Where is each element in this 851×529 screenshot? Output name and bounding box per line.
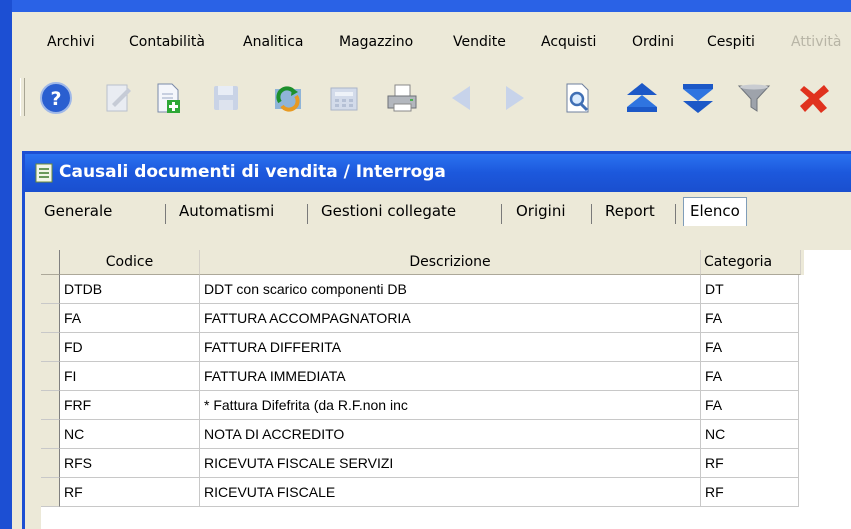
tab-origini[interactable]: Origini (516, 202, 566, 220)
row-selector[interactable] (41, 304, 60, 333)
cell-codice[interactable]: FRF (60, 391, 200, 420)
toolbar: ? (12, 74, 851, 120)
cell-codice[interactable]: RF (60, 478, 200, 507)
delete-icon[interactable] (796, 80, 832, 116)
tab-generale[interactable]: Generale (44, 202, 112, 220)
move-down-icon[interactable] (680, 80, 716, 116)
grid-header: Codice Descrizione Categoria (41, 250, 804, 275)
records-grid: Codice Descrizione Categoria DTDB DDT co… (41, 250, 851, 529)
row-selector[interactable] (41, 449, 60, 478)
tab-separator (165, 204, 166, 224)
previous-icon[interactable] (444, 80, 480, 116)
menu-archivi[interactable]: Archivi (47, 34, 95, 50)
header-corner (41, 250, 60, 275)
tab-report[interactable]: Report (605, 202, 655, 220)
window-title: Causali documenti di vendita / Interroga (59, 162, 446, 182)
frame-left-edge (0, 0, 12, 529)
row-selector[interactable] (41, 275, 60, 304)
cell-descrizione[interactable]: FATTURA ACCOMPAGNATORIA (200, 304, 701, 333)
cell-categoria[interactable]: NC (701, 420, 799, 449)
menu-vendite[interactable]: Vendite (453, 34, 506, 50)
menu-cespiti[interactable]: Cespiti (707, 34, 755, 50)
table-row[interactable]: FRF * Fattura Difefrita (da R.F.non inc … (41, 391, 804, 421)
tab-strip: Generale Automatismi Gestioni collegate … (25, 192, 851, 232)
table-row[interactable]: DTDB DDT con scarico componenti DB DT (41, 275, 804, 305)
edit-document-icon[interactable] (100, 80, 136, 116)
cell-codice[interactable]: RFS (60, 449, 200, 478)
menu-ordini[interactable]: Ordini (632, 34, 674, 50)
menu-acquisti[interactable]: Acquisti (541, 34, 596, 50)
cell-categoria[interactable]: RF (701, 478, 799, 507)
row-selector[interactable] (41, 478, 60, 507)
cell-descrizione[interactable]: FATTURA IMMEDIATA (200, 362, 701, 391)
column-header-codice[interactable]: Codice (60, 250, 200, 275)
desktop-top-edge (0, 0, 851, 12)
cell-categoria[interactable]: FA (701, 304, 799, 333)
row-selector[interactable] (41, 362, 60, 391)
tab-automatismi[interactable]: Automatismi (179, 202, 274, 220)
menu-bar: Archivi Contabilità Analitica Magazzino … (12, 12, 851, 54)
calculator-icon[interactable] (326, 80, 362, 116)
row-selector[interactable] (41, 420, 60, 449)
cell-categoria[interactable]: FA (701, 391, 799, 420)
cell-descrizione[interactable]: RICEVUTA FISCALE (200, 478, 701, 507)
tab-separator (675, 204, 676, 224)
menu-magazzino[interactable]: Magazzino (339, 34, 413, 50)
table-row[interactable]: RFS RICEVUTA FISCALE SERVIZI RF (41, 449, 804, 479)
table-row[interactable]: FI FATTURA IMMEDIATA FA (41, 362, 804, 392)
table-row[interactable]: RF RICEVUTA FISCALE RF (41, 478, 804, 508)
cell-codice[interactable]: FA (60, 304, 200, 333)
cell-descrizione[interactable]: NOTA DI ACCREDITO (200, 420, 701, 449)
next-icon[interactable] (496, 80, 532, 116)
menu-analitica[interactable]: Analitica (243, 34, 303, 50)
column-header-descrizione[interactable]: Descrizione (200, 250, 701, 275)
grid-empty-area (804, 250, 851, 529)
window-titlebar[interactable]: Causali documenti di vendita / Interroga (25, 154, 851, 192)
menu-contabilita[interactable]: Contabilità (129, 34, 205, 50)
cell-descrizione[interactable]: DDT con scarico componenti DB (200, 275, 701, 304)
new-document-icon[interactable] (150, 80, 186, 116)
help-icon[interactable]: ? (38, 80, 74, 116)
tab-separator (591, 204, 592, 224)
cell-descrizione[interactable]: FATTURA DIFFERITA (200, 333, 701, 362)
move-up-icon[interactable] (624, 80, 660, 116)
cell-categoria[interactable]: FA (701, 362, 799, 391)
cell-descrizione[interactable]: RICEVUTA FISCALE SERVIZI (200, 449, 701, 478)
row-selector[interactable] (41, 333, 60, 362)
cell-codice[interactable]: FI (60, 362, 200, 391)
print-icon[interactable] (384, 80, 420, 116)
table-row[interactable]: NC NOTA DI ACCREDITO NC (41, 420, 804, 450)
cell-categoria[interactable]: FA (701, 333, 799, 362)
cell-codice[interactable]: NC (60, 420, 200, 449)
cell-categoria[interactable]: DT (701, 275, 799, 304)
cell-codice[interactable]: FD (60, 333, 200, 362)
tab-separator (501, 204, 502, 224)
document-list-icon (35, 163, 53, 183)
child-window: Causali documenti di vendita / Interroga… (22, 151, 851, 529)
cell-categoria[interactable]: RF (701, 449, 799, 478)
tab-separator (307, 204, 308, 224)
tab-gestioni-collegate[interactable]: Gestioni collegate (321, 202, 456, 220)
toolbar-grip[interactable] (20, 78, 25, 116)
save-icon[interactable] (208, 80, 244, 116)
application-window: Archivi Contabilità Analitica Magazzino … (12, 12, 851, 529)
column-header-categoria[interactable]: Categoria (701, 250, 801, 275)
menu-attivita[interactable]: Attività (791, 34, 841, 50)
table-row[interactable]: FD FATTURA DIFFERITA FA (41, 333, 804, 363)
cell-codice[interactable]: DTDB (60, 275, 200, 304)
cell-descrizione[interactable]: * Fattura Difefrita (da R.F.non inc (200, 391, 701, 420)
row-selector[interactable] (41, 391, 60, 420)
tab-elenco[interactable]: Elenco (683, 197, 747, 226)
refresh-icon[interactable] (270, 80, 306, 116)
filter-icon[interactable] (736, 80, 772, 116)
table-row[interactable]: FA FATTURA ACCOMPAGNATORIA FA (41, 304, 804, 334)
svg-text:?: ? (50, 88, 61, 110)
preview-icon[interactable] (560, 80, 596, 116)
